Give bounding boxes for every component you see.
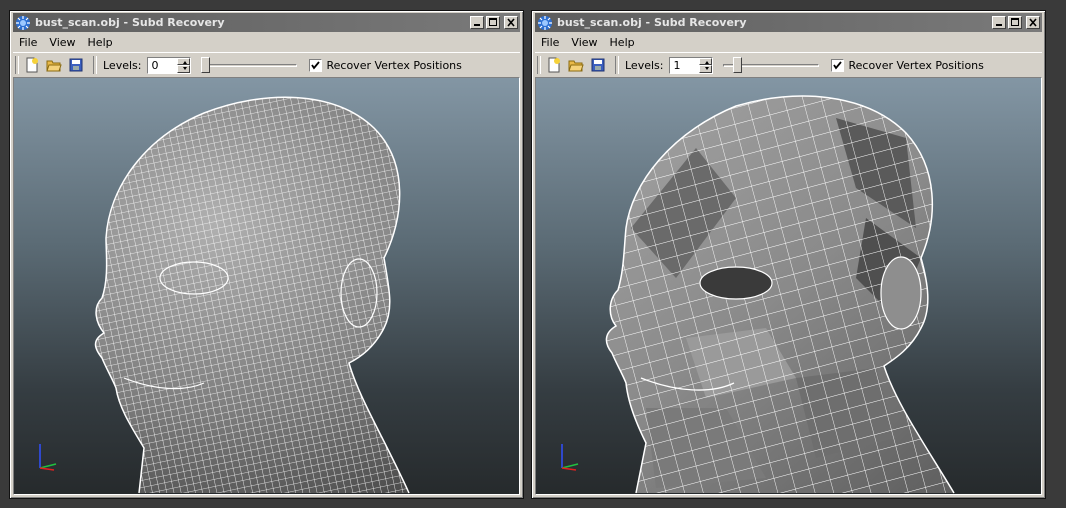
menu-file[interactable]: File <box>535 36 565 49</box>
axis-gizmo <box>39 444 57 471</box>
maximize-icon <box>1011 18 1019 26</box>
recover-vertex-label: Recover Vertex Positions <box>848 58 984 72</box>
menu-view[interactable]: View <box>43 36 81 49</box>
save-icon <box>69 58 83 72</box>
window-title: bust_scan.obj - Subd Recovery <box>35 16 225 29</box>
toolbar-grip[interactable] <box>15 56 19 74</box>
arrow-up-icon <box>705 60 710 64</box>
arrow-up-icon <box>183 60 188 64</box>
toolbar: Levels: Recover Vertex Positions <box>535 52 1042 78</box>
levels-slider[interactable] <box>723 56 820 74</box>
maximize-icon <box>489 18 497 26</box>
spin-up-button[interactable] <box>699 57 713 65</box>
open-folder-icon <box>46 60 62 72</box>
levels-input[interactable] <box>670 57 700 73</box>
new-file-icon <box>26 57 38 73</box>
menu-bar: File View Help <box>535 33 1042 51</box>
spin-up-button[interactable] <box>177 57 191 65</box>
toolbar-separator <box>93 56 97 74</box>
minimize-icon <box>474 24 480 26</box>
toolbar: Levels: Recover Vertex Positions <box>13 52 520 78</box>
save-button[interactable] <box>589 56 607 74</box>
3d-viewport[interactable] <box>535 77 1042 495</box>
levels-slider[interactable] <box>201 56 298 74</box>
maximize-button[interactable] <box>1008 16 1022 29</box>
new-button[interactable] <box>545 56 563 74</box>
slider-thumb[interactable] <box>733 57 743 73</box>
open-button[interactable] <box>567 56 585 74</box>
levels-input[interactable] <box>148 57 178 73</box>
title-bar[interactable]: bust_scan.obj - Subd Recovery <box>535 13 1042 32</box>
menu-help[interactable]: Help <box>82 36 119 49</box>
subd-window-level-1: bust_scan.obj - Subd Recovery File View … <box>531 10 1046 499</box>
3d-viewport[interactable] <box>13 77 520 495</box>
toolbar-grip[interactable] <box>537 56 541 74</box>
close-button[interactable] <box>1026 16 1040 29</box>
toolbar-separator <box>615 56 619 74</box>
open-folder-icon <box>568 60 584 72</box>
checkmark-icon <box>833 60 843 70</box>
minimize-button[interactable] <box>992 16 1006 29</box>
menu-view[interactable]: View <box>565 36 603 49</box>
close-button[interactable] <box>504 16 518 29</box>
gear-icon <box>538 15 552 30</box>
slider-track <box>201 64 298 67</box>
save-icon <box>591 58 605 72</box>
spin-down-button[interactable] <box>177 65 191 73</box>
window-title: bust_scan.obj - Subd Recovery <box>557 16 747 29</box>
open-button[interactable] <box>45 56 63 74</box>
checkmark-icon <box>311 60 321 70</box>
spin-down-button[interactable] <box>699 65 713 73</box>
minimize-button[interactable] <box>470 16 484 29</box>
slider-thumb[interactable] <box>201 57 211 73</box>
levels-spinner[interactable] <box>147 56 192 74</box>
menu-help[interactable]: Help <box>604 36 641 49</box>
close-icon <box>1029 18 1037 27</box>
minimize-icon <box>996 24 1002 26</box>
head-mesh-dense <box>94 96 410 494</box>
arrow-down-icon <box>705 67 710 70</box>
menu-bar: File View Help <box>13 33 520 51</box>
menu-file[interactable]: File <box>13 36 43 49</box>
new-button[interactable] <box>23 56 41 74</box>
recover-vertex-label: Recover Vertex Positions <box>326 58 462 72</box>
new-file-icon <box>548 57 560 73</box>
gear-icon <box>16 15 30 30</box>
head-mesh-coarse <box>605 95 955 494</box>
recover-vertex-checkbox[interactable] <box>831 58 845 72</box>
maximize-button[interactable] <box>486 16 500 29</box>
levels-label: Levels: <box>625 58 664 72</box>
title-bar[interactable]: bust_scan.obj - Subd Recovery <box>13 13 520 32</box>
save-button[interactable] <box>67 56 85 74</box>
levels-label: Levels: <box>103 58 142 72</box>
arrow-down-icon <box>183 67 188 70</box>
axis-gizmo <box>561 444 579 471</box>
close-icon <box>507 18 515 27</box>
recover-vertex-checkbox[interactable] <box>309 58 323 72</box>
levels-spinner[interactable] <box>669 56 714 74</box>
subd-window-level-0: bust_scan.obj - Subd Recovery File View … <box>9 10 524 499</box>
